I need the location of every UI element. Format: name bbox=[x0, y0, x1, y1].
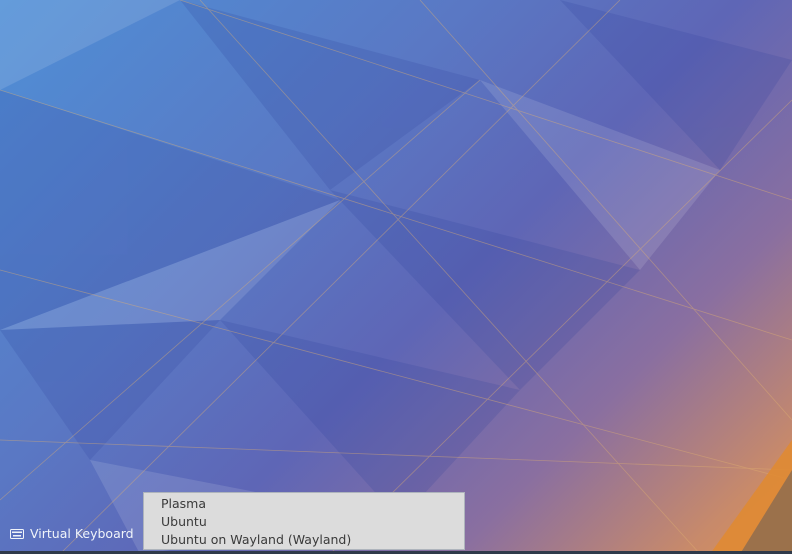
session-menu: Plasma Ubuntu Ubuntu on Wayland (Wayland… bbox=[143, 492, 465, 550]
session-item-plasma[interactable]: Plasma bbox=[144, 495, 464, 513]
virtual-keyboard-button[interactable]: Virtual Keyboard bbox=[10, 526, 134, 541]
virtual-keyboard-label: Virtual Keyboard bbox=[30, 526, 134, 541]
session-item-ubuntu[interactable]: Ubuntu bbox=[144, 513, 464, 531]
session-item-ubuntu-wayland[interactable]: Ubuntu on Wayland (Wayland) bbox=[144, 531, 464, 549]
wallpaper bbox=[0, 0, 792, 554]
keyboard-icon bbox=[10, 528, 24, 539]
